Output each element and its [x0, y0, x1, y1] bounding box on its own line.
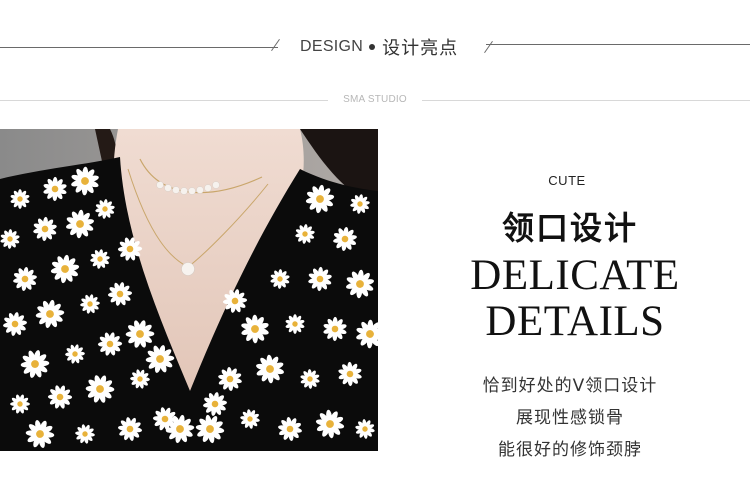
feature-title-en: DELICATE DETAILS	[452, 253, 698, 345]
feature-title-cn: 领口设计	[501, 209, 638, 247]
header-title-cn: 设计亮点	[382, 38, 459, 59]
header-slash-left	[271, 38, 280, 52]
header-divider-right	[486, 44, 750, 45]
studio-divider-right	[422, 100, 750, 101]
header-dot	[369, 44, 376, 50]
feature-title-en-line1: DELICATE	[470, 252, 680, 299]
section-header: DESIGN 设计亮点	[300, 35, 480, 59]
feature-desc-line-2: 展现性感锁骨	[516, 408, 624, 428]
product-photo	[0, 129, 378, 451]
feature-description: 恰到好处的V领口设计 展现性感锁骨 能很好的修饰颈脖	[452, 370, 688, 466]
header-title-en: DESIGN	[300, 38, 364, 55]
studio-divider-left	[0, 100, 328, 101]
studio-label: SMA STUDIO	[343, 94, 407, 105]
feature-desc-line-1: 恰到好处的V领口设计	[482, 376, 658, 396]
daisy-print-neckline-illustration	[0, 129, 378, 451]
feature-title-en-line2: DETAILS	[485, 298, 665, 345]
header-slash-right	[484, 40, 493, 54]
feature-desc-line-3: 能很好的修饰颈脖	[498, 440, 642, 460]
header-divider-left	[0, 47, 278, 48]
feature-tag: CUTE	[548, 173, 586, 188]
